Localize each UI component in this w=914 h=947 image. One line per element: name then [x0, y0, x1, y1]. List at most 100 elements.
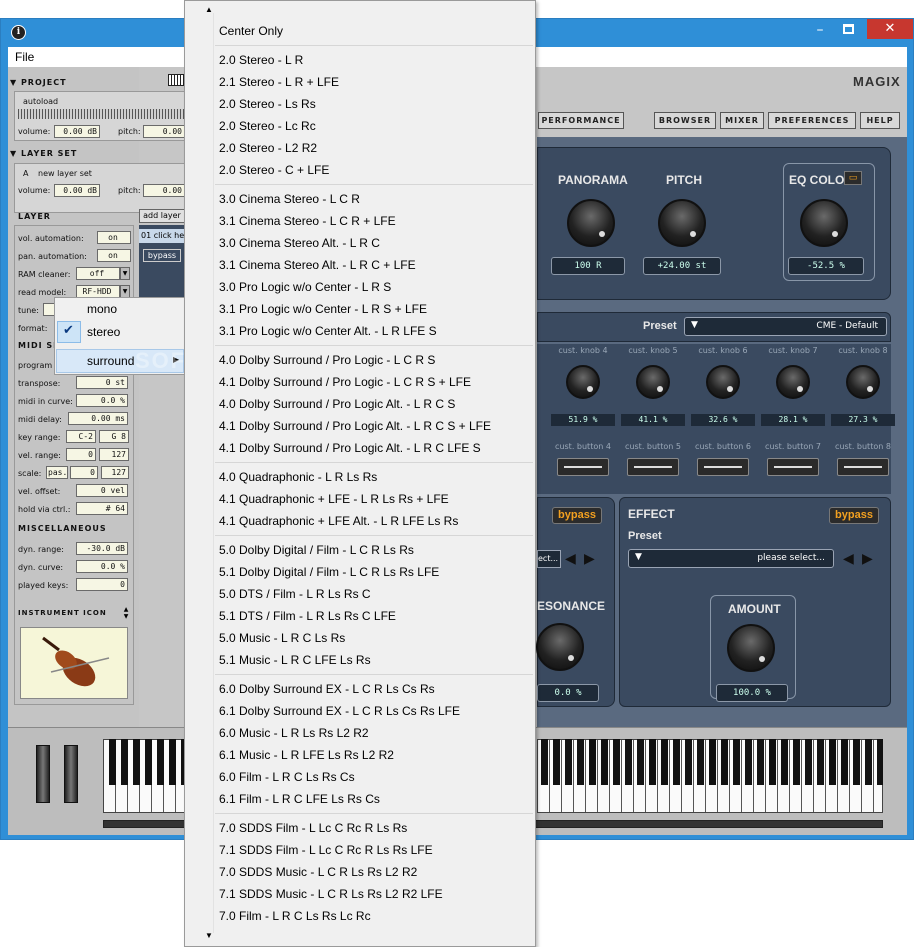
surround-menu-item[interactable]: 7.1 SDDS Music - L C R Ls Rs L2 R2 LFE [219, 883, 443, 905]
submenu-stereo[interactable]: stereo [87, 321, 120, 343]
resonance-knob[interactable] [536, 623, 584, 671]
preset-select[interactable]: ▼ CME - Default [684, 317, 887, 336]
surround-menu-item[interactable]: 4.1 Dolby Surround / Pro Logic Alt. - L … [219, 437, 481, 459]
hold-field[interactable]: # 64 [76, 502, 128, 515]
vol-automation-field[interactable]: on [97, 231, 131, 244]
surround-menu-item[interactable]: 3.0 Pro Logic w/o Center - L R S [219, 276, 391, 298]
effect-bypass-button[interactable]: bypass [829, 507, 879, 524]
key-range-high-field[interactable]: G 8 [99, 430, 129, 443]
pitch-wheel[interactable] [36, 745, 50, 803]
project-pitch-field[interactable]: 0.00 [143, 125, 185, 138]
cust-button[interactable] [767, 458, 819, 476]
cust-knob[interactable] [846, 365, 880, 399]
violin-icon[interactable] [20, 627, 128, 699]
surround-menu-item[interactable]: 5.0 Dolby Digital / Film - L C R Ls Rs [219, 539, 414, 561]
surround-menu-item[interactable]: 3.1 Pro Logic w/o Center - L R S + LFE [219, 298, 427, 320]
surround-menu-item[interactable]: 6.0 Dolby Surround EX - L C R Ls Cs Rs [219, 678, 435, 700]
panorama-knob[interactable] [567, 199, 615, 247]
collapse-icon[interactable]: ▼ [10, 78, 21, 87]
surround-menu-item[interactable]: 3.1 Cinema Stereo Alt. - L R C + LFE [219, 254, 416, 276]
mixer-button[interactable]: MIXER [720, 112, 764, 129]
next-arrow-icon[interactable]: ▶ [584, 551, 595, 567]
vel-range-high-field[interactable]: 127 [99, 448, 129, 461]
layer-set-header[interactable]: ▼ LAYER SET [10, 149, 190, 161]
browser-button[interactable]: BROWSER [654, 112, 716, 129]
surround-menu-item[interactable]: 7.0 SDDS Film - L Lc C Rc R Ls Rs [219, 817, 407, 839]
maximize-icon[interactable] [843, 24, 854, 34]
surround-menu-item[interactable]: 4.0 Dolby Surround / Pro Logic Alt. - L … [219, 393, 455, 415]
surround-menu-item[interactable]: 6.1 Dolby Surround EX - L C R Ls Cs Rs L… [219, 700, 460, 722]
prev-arrow-icon[interactable]: ◀ [565, 551, 576, 567]
cust-knob[interactable] [636, 365, 670, 399]
prev-arrow-icon[interactable]: ◀ [843, 551, 854, 567]
surround-menu-item[interactable]: 4.1 Quadraphonic + LFE - L R Ls Rs + LFE [219, 488, 449, 510]
surround-menu-item[interactable]: 2.0 Stereo - C + LFE [219, 159, 329, 181]
scroll-up-icon[interactable]: ▲ [205, 5, 213, 14]
collapse-icon[interactable]: ▼ [10, 149, 21, 158]
submenu-surround[interactable]: surround [87, 350, 134, 372]
preferences-button[interactable]: PREFERENCES [768, 112, 856, 129]
surround-menu-item[interactable]: 6.0 Film - L R C Ls Rs Cs [219, 766, 355, 788]
surround-menu-item[interactable]: 2.0 Stereo - L2 R2 [219, 137, 317, 159]
chevron-up-down-icon[interactable]: ▲ ▼ [121, 606, 131, 620]
layer-list-item[interactable]: 01 click he [139, 229, 189, 243]
layer-set-pitch-field[interactable]: 0.00 [143, 184, 185, 197]
project-header[interactable]: ▼ PROJECT [10, 78, 190, 90]
surround-menu-item[interactable]: 3.1 Cinema Stereo - L C R + LFE [219, 210, 396, 232]
mod-wheel[interactable] [64, 745, 78, 803]
scale-mode-field[interactable]: pas. [46, 466, 68, 479]
midi-delay-field[interactable]: 0.00 ms [68, 412, 128, 425]
surround-menu-item[interactable]: 2.0 Stereo - Lc Rc [219, 115, 316, 137]
effect-preset-select[interactable]: ▼ please select... [628, 549, 834, 568]
pitch-knob[interactable] [658, 199, 706, 247]
surround-menu-item[interactable]: 4.0 Dolby Surround / Pro Logic - L C R S [219, 349, 435, 371]
layer-bypass-button[interactable]: bypass [143, 249, 181, 262]
cust-knob[interactable] [776, 365, 810, 399]
surround-menu-item[interactable]: 3.0 Cinema Stereo - L C R [219, 188, 360, 210]
minimize-icon[interactable]: – [813, 23, 827, 37]
add-layer-button[interactable]: add layer [139, 209, 185, 223]
submenu-mono[interactable]: mono [87, 298, 117, 320]
chevron-down-icon[interactable]: ▼ [120, 267, 130, 280]
surround-menu-item[interactable]: 2.1 Stereo - L R + LFE [219, 71, 339, 93]
transpose-field[interactable]: 0 st [76, 376, 128, 389]
close-icon[interactable]: ✕ [867, 19, 913, 39]
surround-menu-item[interactable]: 6.1 Film - L R C LFE Ls Rs Cs [219, 788, 380, 810]
surround-menu-item[interactable]: 3.0 Cinema Stereo Alt. - L R C [219, 232, 380, 254]
amount-knob[interactable] [727, 624, 775, 672]
dyn-curve-field[interactable]: 0.0 % [76, 560, 128, 573]
surround-menu-item[interactable]: 2.0 Stereo - Ls Rs [219, 93, 316, 115]
surround-menu-item[interactable]: 3.1 Pro Logic w/o Center Alt. - L R LFE … [219, 320, 437, 342]
surround-menu-item[interactable]: 5.1 Music - L R C LFE Ls Rs [219, 649, 371, 671]
vel-range-low-field[interactable]: 0 [66, 448, 96, 461]
eq-color-knob[interactable] [800, 199, 848, 247]
layer-set-item[interactable]: new layer set [38, 169, 92, 178]
surround-menu-item[interactable]: 5.1 DTS / Film - L R Ls Rs C LFE [219, 605, 396, 627]
surround-menu-item[interactable]: 7.0 Film - L R C Ls Rs Lc Rc [219, 905, 371, 927]
surround-menu-item[interactable]: 5.0 Music - L R C Ls Rs [219, 627, 345, 649]
pan-automation-field[interactable]: on [97, 249, 131, 262]
surround-menu-item[interactable]: 5.1 Dolby Digital / Film - L C R Ls Rs L… [219, 561, 439, 583]
scroll-down-icon[interactable]: ▼ [205, 931, 213, 940]
chevron-down-icon[interactable]: ▼ [691, 320, 698, 330]
surround-menu-item[interactable]: Center Only [219, 20, 283, 42]
surround-menu-item[interactable]: 4.1 Quadraphonic + LFE Alt. - L R LFE Ls… [219, 510, 458, 532]
surround-menu-item[interactable]: 2.0 Stereo - L R [219, 49, 303, 71]
chevron-down-icon[interactable]: ▼ [635, 552, 642, 562]
project-volume-field[interactable]: 0.00 dB [54, 125, 100, 138]
scale-low-field[interactable]: 0 [70, 466, 98, 479]
file-menu[interactable]: File [15, 50, 34, 64]
surround-menu-item[interactable]: 4.1 Dolby Surround / Pro Logic Alt. - L … [219, 415, 491, 437]
vel-offset-field[interactable]: 0 vel [76, 484, 128, 497]
surround-menu-item[interactable]: 6.0 Music - L R Ls Rs L2 R2 [219, 722, 369, 744]
layer-set-volume-field[interactable]: 0.00 dB [54, 184, 100, 197]
info-icon[interactable]: i [11, 25, 26, 40]
next-arrow-icon[interactable]: ▶ [862, 551, 873, 567]
help-button[interactable]: HELP [860, 112, 900, 129]
cust-button[interactable] [557, 458, 609, 476]
filter-preset-select[interactable]: ect... [537, 550, 561, 568]
cust-button[interactable] [627, 458, 679, 476]
surround-menu-item[interactable]: 4.0 Quadraphonic - L R Ls Rs [219, 466, 377, 488]
cust-button[interactable] [697, 458, 749, 476]
cust-knob[interactable] [706, 365, 740, 399]
